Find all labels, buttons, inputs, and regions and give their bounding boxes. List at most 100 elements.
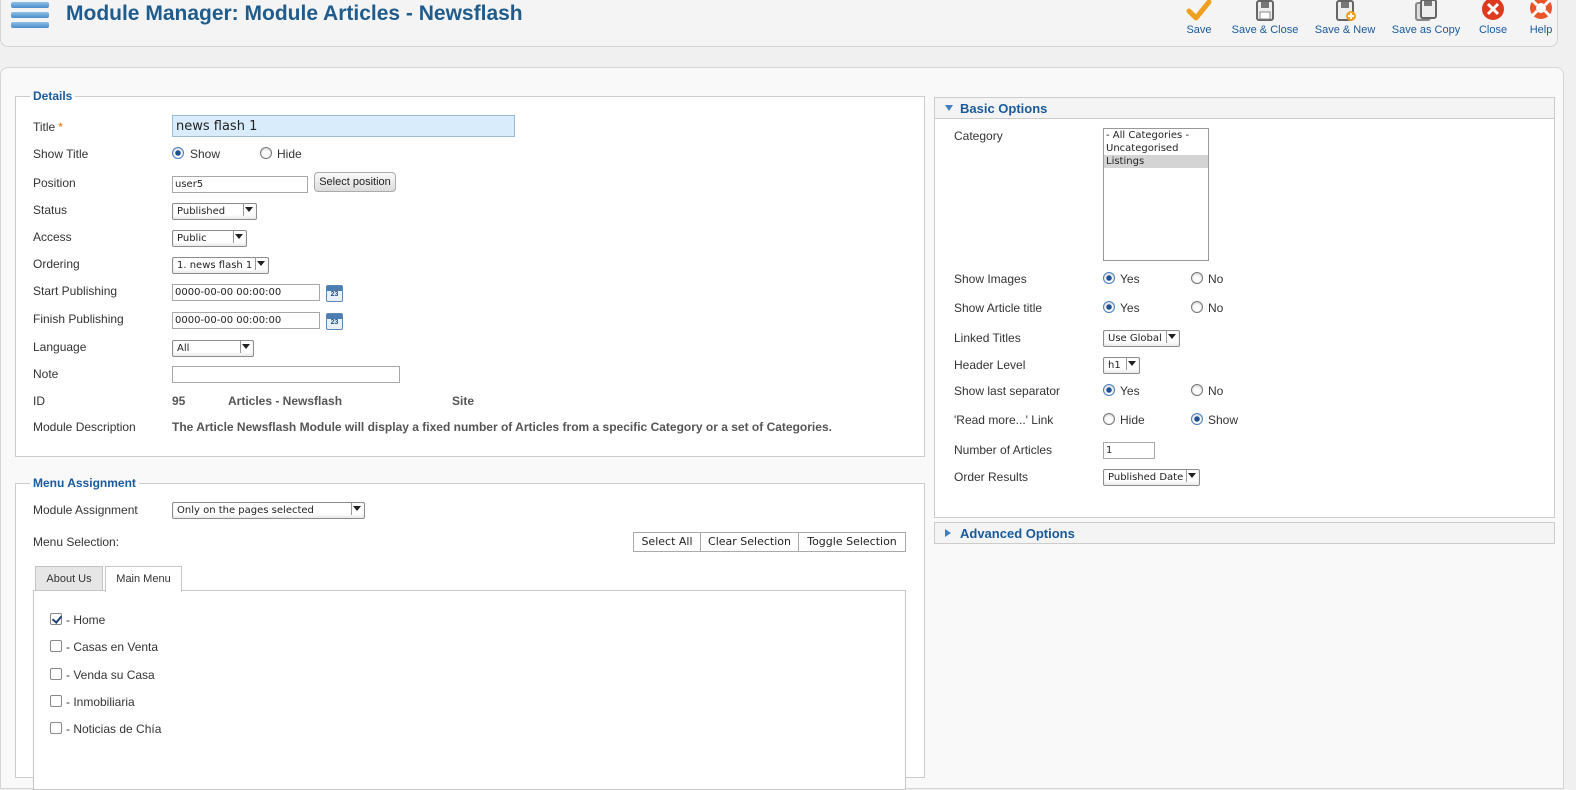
menu-item-venda-checkbox[interactable] (50, 668, 62, 680)
yes-label: Yes (1120, 384, 1140, 398)
module-assignment-label: Module Assignment (33, 503, 138, 517)
chevron-down-icon (1186, 470, 1196, 482)
no-label: No (1208, 301, 1224, 315)
menu-item-label: - Home (66, 613, 106, 627)
chevron-down-icon (1166, 331, 1176, 343)
show-label: Show (1208, 413, 1239, 427)
read-more-show-radio[interactable] (1191, 413, 1203, 425)
access-select[interactable]: Public (172, 230, 247, 247)
help-button[interactable]: Help (1525, 0, 1557, 36)
menu-item-inmobiliaria-checkbox[interactable] (50, 695, 62, 707)
show-title-hide-radio[interactable] (260, 147, 272, 159)
show-title-label: Show Title (33, 147, 89, 161)
category-listbox[interactable]: - All Categories - Uncategorised Listing… (1103, 128, 1209, 261)
finish-publishing-input[interactable] (172, 312, 320, 329)
chevron-down-icon (240, 341, 250, 353)
category-option[interactable]: Uncategorised (1104, 142, 1208, 155)
linked-titles-label: Linked Titles (954, 331, 1021, 345)
show-title-show-radio[interactable] (172, 147, 184, 159)
yes-label: Yes (1120, 272, 1140, 286)
chevron-down-icon (233, 231, 243, 243)
start-publishing-input[interactable] (172, 284, 320, 301)
menu-items-panel (33, 590, 906, 790)
header-level-select[interactable]: h1 (1103, 357, 1140, 374)
language-label: Language (33, 340, 87, 354)
id-value: 95 (172, 394, 186, 408)
show-article-title-no-radio[interactable] (1191, 301, 1203, 313)
read-more-hide-radio[interactable] (1103, 413, 1115, 425)
module-description-text: The Article Newsflash Module will displa… (172, 420, 832, 434)
position-label: Position (33, 176, 76, 190)
show-article-title-yes-radio[interactable] (1103, 301, 1115, 313)
basic-options-header[interactable]: Basic Options (934, 97, 1555, 119)
chevron-right-icon (945, 529, 951, 537)
position-input[interactable] (172, 176, 308, 193)
select-position-button[interactable]: Select position (314, 172, 396, 192)
close-icon (1480, 0, 1506, 22)
show-last-separator-label: Show last separator (954, 384, 1061, 398)
basic-options-panel (934, 119, 1555, 518)
page-title: Module Manager: Module Articles - Newsfl… (66, 2, 523, 25)
save-and-close-button[interactable]: Save & Close (1229, 0, 1301, 36)
show-title-show-label: Show (190, 147, 221, 161)
category-option[interactable]: - All Categories - (1104, 129, 1208, 142)
tab-main-menu[interactable]: Main Menu (105, 566, 182, 592)
tab-about-us[interactable]: About Us (35, 566, 103, 591)
save-new-icon (1332, 0, 1358, 22)
show-images-no-radio[interactable] (1191, 272, 1203, 284)
save-as-copy-button[interactable]: Save as Copy (1388, 0, 1464, 36)
ordering-select[interactable]: 1. news flash 1 (172, 257, 269, 274)
linked-titles-select[interactable]: Use Global (1103, 330, 1180, 347)
chevron-down-icon (1126, 358, 1136, 370)
clear-selection-button[interactable]: Clear Selection (701, 532, 799, 552)
chevron-down-icon (945, 105, 953, 111)
menu-item-label: - Casas en Venta (66, 640, 159, 654)
no-label: No (1208, 384, 1224, 398)
finish-publishing-label: Finish Publishing (33, 312, 124, 326)
module-assignment-select[interactable]: Only on the pages selected (172, 502, 365, 519)
help-icon (1528, 0, 1554, 22)
chevron-down-icon (243, 204, 253, 216)
close-button[interactable]: Close (1475, 0, 1511, 36)
menu-item-noticias-checkbox[interactable] (50, 722, 62, 734)
menu-selection-label: Menu Selection: (33, 535, 120, 549)
show-last-separator-yes-radio[interactable] (1103, 384, 1115, 396)
access-label: Access (33, 230, 72, 244)
hide-label: Hide (1120, 413, 1145, 427)
note-label: Note (33, 367, 59, 381)
chevron-down-icon (351, 503, 361, 515)
save-copy-icon (1413, 0, 1439, 22)
save-button[interactable]: Save (1183, 0, 1215, 36)
details-legend: Details (33, 89, 73, 103)
calendar-icon[interactable]: 23 (326, 313, 343, 330)
save-and-new-button[interactable]: Save & New (1311, 0, 1379, 36)
id-label: ID (33, 394, 45, 408)
menu-item-casas-checkbox[interactable] (50, 640, 62, 652)
show-images-yes-radio[interactable] (1103, 272, 1115, 284)
number-of-articles-label: Number of Articles (954, 443, 1053, 457)
status-select[interactable]: Published (172, 203, 257, 220)
order-results-label: Order Results (954, 470, 1029, 484)
calendar-icon[interactable]: 23 (326, 285, 343, 302)
module-manager-logo-icon (11, 0, 49, 34)
number-of-articles-input[interactable] (1103, 442, 1155, 459)
title-input[interactable] (172, 115, 515, 137)
select-all-button[interactable]: Select All (633, 532, 701, 552)
title-label: Title * (33, 120, 63, 134)
advanced-options-header[interactable]: Advanced Options (934, 522, 1555, 544)
toggle-selection-button[interactable]: Toggle Selection (799, 532, 906, 552)
ordering-label: Ordering (33, 257, 80, 271)
language-select[interactable]: All (172, 340, 254, 357)
read-more-label: 'Read more...' Link (954, 413, 1054, 427)
note-input[interactable] (172, 366, 400, 383)
module-type-value: Articles - Newsflash (228, 394, 343, 408)
module-description-label: Module Description (33, 420, 136, 434)
status-label: Status (33, 203, 68, 217)
order-results-select[interactable]: Published Date (1103, 469, 1200, 486)
show-last-separator-no-radio[interactable] (1191, 384, 1203, 396)
menu-item-home-checkbox[interactable] (50, 613, 62, 625)
category-label: Category (954, 129, 1003, 143)
category-option-selected[interactable]: Listings (1104, 155, 1208, 168)
required-marker: * (58, 120, 63, 134)
menu-item-label: - Inmobiliaria (66, 695, 135, 709)
